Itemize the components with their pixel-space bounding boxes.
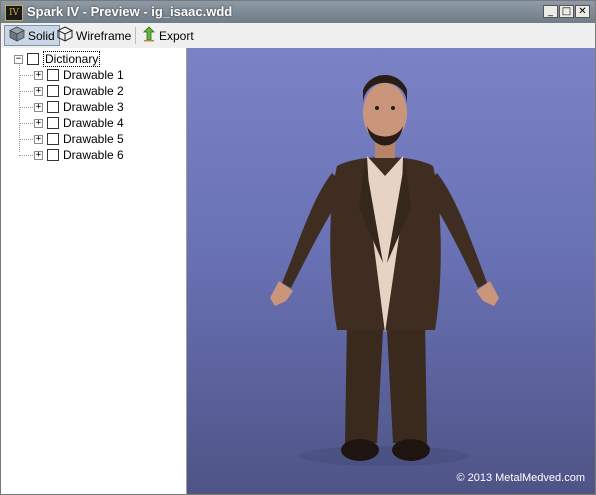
close-button[interactable]: ✕	[575, 5, 590, 18]
tree-guide-line	[19, 139, 35, 140]
application-window: IV Spark IV - Preview - ig_isaac.wdd _ □…	[0, 0, 596, 495]
tree-guide-line	[19, 75, 35, 76]
tree-guide-line	[19, 107, 35, 108]
tree-node-drawable-5[interactable]: + Drawable 5	[34, 131, 124, 147]
export-label: Export	[159, 28, 194, 43]
checkbox-dictionary[interactable]	[27, 53, 39, 65]
checkbox-drawable-2[interactable]	[47, 85, 59, 97]
cube-wireframe-icon	[56, 26, 74, 45]
window-title: Spark IV - Preview - ig_isaac.wdd	[27, 4, 233, 19]
tree-node-drawable-1[interactable]: + Drawable 1	[34, 67, 124, 83]
export-arrow-icon	[142, 26, 156, 45]
checkbox-drawable-4[interactable]	[47, 117, 59, 129]
solid-label: Solid	[28, 28, 55, 43]
cube-solid-icon	[9, 26, 25, 45]
toolbar-separator	[135, 27, 136, 44]
minimize-button[interactable]: _	[543, 5, 558, 18]
tree-guide-line	[19, 123, 35, 124]
tree-label-drawable-6[interactable]: Drawable 6	[63, 148, 124, 162]
wireframe-label: Wireframe	[76, 28, 132, 43]
character-model	[270, 75, 499, 466]
expand-icon[interactable]: +	[34, 102, 43, 112]
collapse-icon[interactable]: −	[14, 54, 23, 64]
tree-label-drawable-5[interactable]: Drawable 5	[63, 132, 124, 146]
export-button[interactable]: Export	[138, 25, 198, 46]
expand-icon[interactable]: +	[34, 150, 43, 160]
expand-icon[interactable]: +	[34, 134, 43, 144]
tree-node-drawable-2[interactable]: + Drawable 2	[34, 83, 124, 99]
tree-label-dictionary[interactable]: Dictionary	[43, 51, 101, 67]
checkbox-drawable-5[interactable]	[47, 133, 59, 145]
copyright-text: © 2013 MetalMedved.com	[456, 472, 585, 484]
tree-label-drawable-3[interactable]: Drawable 3	[63, 100, 124, 114]
tree-node-drawable-3[interactable]: + Drawable 3	[34, 99, 124, 115]
solid-button[interactable]: Solid	[4, 25, 60, 46]
title-bar[interactable]: IV Spark IV - Preview - ig_isaac.wdd _ □…	[1, 1, 595, 23]
checkbox-drawable-6[interactable]	[47, 149, 59, 161]
tree-label-drawable-4[interactable]: Drawable 4	[63, 116, 124, 130]
checkbox-drawable-3[interactable]	[47, 101, 59, 113]
tree-guide-line	[19, 155, 35, 156]
tree-view[interactable]: − Dictionary + Drawable 1 + Drawable 2 +…	[1, 48, 187, 494]
tree-node-drawable-6[interactable]: + Drawable 6	[34, 147, 124, 163]
toolbar: Solid Wireframe Export	[1, 23, 595, 49]
checkbox-drawable-1[interactable]	[47, 69, 59, 81]
tree-label-drawable-1[interactable]: Drawable 1	[63, 68, 124, 82]
tree-node-dictionary[interactable]: − Dictionary	[14, 51, 101, 67]
wireframe-button[interactable]: Wireframe	[53, 25, 135, 46]
expand-icon[interactable]: +	[34, 70, 43, 80]
app-icon[interactable]: IV	[5, 5, 23, 21]
tree-guide-line	[19, 91, 35, 92]
expand-icon[interactable]: +	[34, 86, 43, 96]
tree-label-drawable-2[interactable]: Drawable 2	[63, 84, 124, 98]
3d-viewport[interactable]: © 2013 MetalMedved.com	[187, 48, 595, 494]
expand-icon[interactable]: +	[34, 118, 43, 128]
tree-node-drawable-4[interactable]: + Drawable 4	[34, 115, 124, 131]
maximize-button[interactable]: □	[559, 5, 574, 18]
